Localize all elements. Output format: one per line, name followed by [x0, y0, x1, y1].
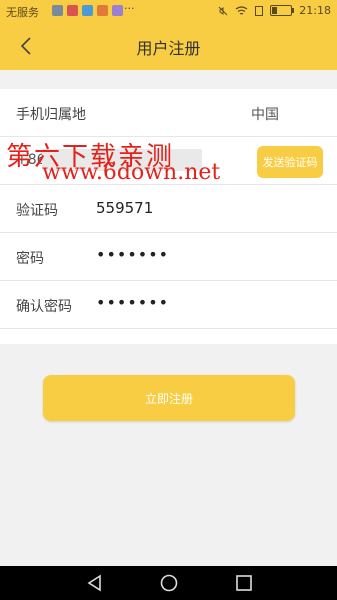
code-row: 验证码 559571 — [0, 185, 337, 233]
page-title: 用户注册 — [136, 39, 201, 58]
system-nav-bar — [0, 566, 337, 600]
battery-icon — [270, 5, 295, 16]
confirm-password-input[interactable]: ••••••• — [96, 293, 169, 312]
image-notification-icon — [52, 5, 63, 16]
nav-home-icon[interactable] — [159, 573, 179, 593]
region-value[interactable]: 中国 — [251, 104, 279, 124]
status-bar: 无服务 ··· 21:18 — [0, 0, 337, 22]
app-notification-icon — [112, 5, 123, 16]
clock-text: 21:18 — [299, 4, 331, 17]
nav-back-icon[interactable] — [85, 573, 105, 593]
app-notification-icon — [82, 5, 93, 16]
silent-icon — [218, 6, 228, 15]
notification-icons — [52, 5, 123, 16]
wifi-icon — [235, 5, 248, 15]
app-notification-icon — [97, 5, 108, 16]
code-input[interactable]: 559571 — [96, 199, 236, 217]
region-label: 手机归属地 — [16, 107, 86, 123]
region-row[interactable]: 手机归属地 中国 — [0, 89, 337, 137]
register-button[interactable]: 立即注册 — [43, 375, 295, 421]
app-header: 用户注册 — [0, 22, 337, 70]
confirm-password-row: 确认密码 ••••••• — [0, 281, 337, 329]
carrier-text: 无服务 — [6, 6, 39, 19]
app-notification-icon — [67, 5, 78, 16]
status-right: 21:18 — [218, 4, 331, 17]
sim-icon — [255, 5, 264, 16]
register-form: 手机归属地 中国 +86 发送验证码 验证码 559571 密码 •••••••… — [0, 89, 337, 344]
send-code-button[interactable]: 发送验证码 — [257, 146, 323, 178]
nav-recent-icon[interactable] — [234, 573, 254, 593]
password-row: 密码 ••••••• — [0, 233, 337, 281]
watermark-url: www.6down.net — [42, 160, 221, 185]
confirm-password-label: 确认密码 — [16, 299, 72, 315]
more-notifications-text: ··· — [124, 2, 135, 15]
password-input[interactable]: ••••••• — [96, 245, 169, 264]
password-label: 密码 — [16, 251, 44, 267]
code-label: 验证码 — [16, 203, 58, 219]
